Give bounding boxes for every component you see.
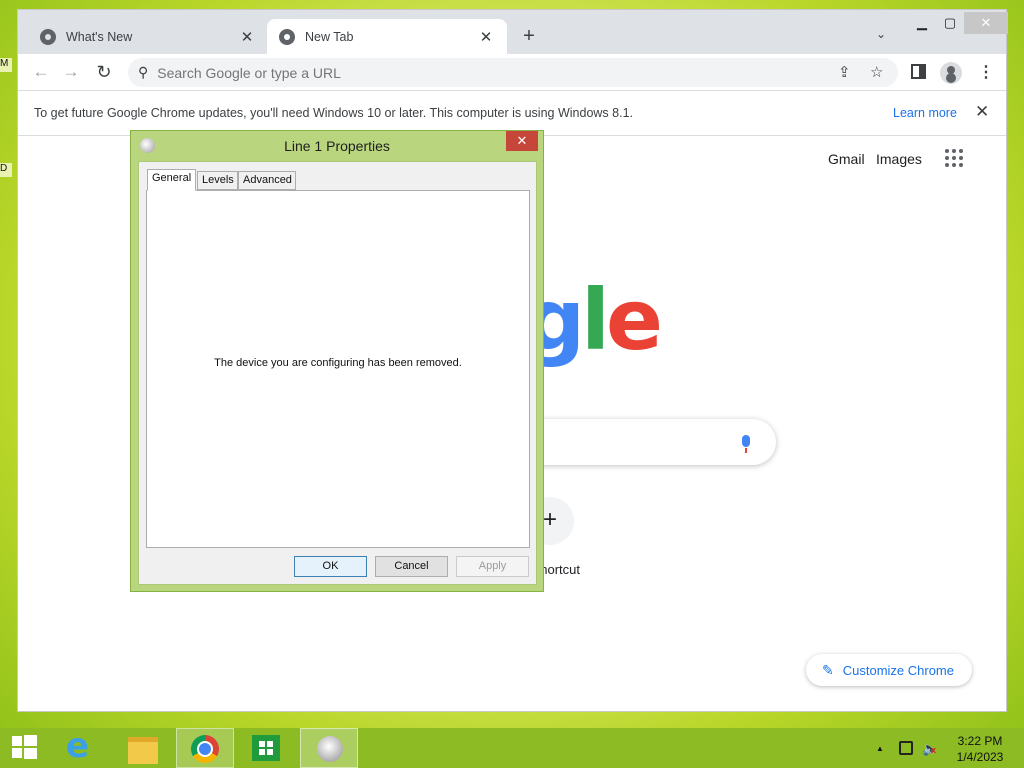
kebab-menu-icon[interactable]: ⋮ (978, 62, 994, 82)
tray-chevron-up-icon[interactable]: ▲ (876, 744, 884, 753)
address-input[interactable] (157, 64, 758, 81)
window-close-icon[interactable]: ✕ (964, 12, 1008, 34)
line-properties-dialog: Line 1 Properties ✕ General Levels Advan… (130, 130, 544, 592)
tab-search-chevron-icon[interactable]: ⌄ (876, 27, 886, 41)
desktop-icon-label[interactable]: D (0, 163, 12, 177)
tab-close-icon[interactable]: ✕ (477, 28, 495, 46)
apps-grid-icon[interactable] (945, 149, 963, 167)
maximize-icon[interactable]: ▢ (936, 12, 964, 34)
tab-advanced[interactable]: Advanced (238, 171, 296, 190)
cancel-button[interactable]: Cancel (375, 556, 448, 577)
bookmark-star-icon[interactable]: ☆ (870, 58, 883, 87)
dialog-body: General Levels Advanced The device you a… (138, 161, 537, 585)
taskbar-clock[interactable]: 3:22 PM 1/4/2023 (946, 733, 1014, 765)
windows-start-icon[interactable] (8, 728, 44, 768)
infobar-message: To get future Google Chrome updates, you… (34, 106, 633, 120)
clock-time: 3:22 PM (957, 734, 1003, 748)
customize-chrome-button[interactable]: ✎ Customize Chrome (806, 654, 972, 686)
windows-store-icon[interactable] (238, 728, 294, 768)
dialog-title: Line 1 Properties (284, 138, 390, 154)
tab-title: What's New (66, 29, 133, 44)
taskbar (0, 726, 1024, 768)
tab-new-tab[interactable]: New Tab ✕ (267, 19, 507, 54)
dialog-close-icon[interactable]: ✕ (506, 131, 538, 151)
network-icon[interactable] (899, 741, 913, 755)
browser-toolbar: ← → ↻ ⚲ ⇪ ☆ ⋮ (18, 54, 1006, 91)
pencil-icon: ✎ (822, 661, 834, 678)
tab-title: New Tab (305, 29, 354, 44)
new-tab-plus-icon[interactable]: + (518, 25, 540, 48)
microphone-icon[interactable] (742, 435, 750, 453)
desktop-icon-label[interactable]: M (0, 58, 12, 72)
back-arrow-icon[interactable]: ← (28, 59, 54, 85)
chrome-favicon-icon (40, 28, 56, 45)
volume-muted-icon[interactable]: 🔈 (922, 741, 938, 757)
side-panel-icon[interactable] (911, 64, 926, 79)
images-link[interactable]: Images (876, 151, 922, 167)
learn-more-link[interactable]: Learn more (893, 106, 957, 120)
file-explorer-icon[interactable] (114, 728, 170, 768)
sound-taskbar-icon[interactable] (300, 728, 358, 768)
search-icon: ⚲ (138, 64, 149, 80)
reload-icon[interactable]: ↻ (91, 59, 117, 85)
gmail-link[interactable]: Gmail (828, 151, 865, 167)
minimize-icon[interactable]: ▁ (908, 12, 936, 34)
tab-strip: What's New ✕ New Tab ✕ + ⌄ ▁ ▢ ✕ (18, 10, 1008, 54)
tab-levels[interactable]: Levels (197, 171, 238, 190)
tab-panel: The device you are configuring has been … (146, 190, 530, 548)
internet-explorer-icon[interactable] (54, 726, 110, 768)
share-icon[interactable]: ⇪ (838, 58, 851, 87)
apply-button[interactable]: Apply (456, 556, 529, 577)
profile-avatar-icon[interactable] (940, 62, 962, 84)
clock-date: 1/4/2023 (956, 750, 1004, 764)
dialog-titlebar[interactable]: Line 1 Properties ✕ (131, 131, 543, 159)
tab-whats-new[interactable]: What's New ✕ (28, 19, 268, 54)
omnibox[interactable]: ⚲ ⇪ ☆ (128, 58, 898, 87)
device-removed-message: The device you are configuring has been … (214, 357, 462, 369)
chrome-taskbar-icon[interactable] (176, 728, 234, 768)
tab-close-icon[interactable]: ✕ (238, 28, 256, 46)
ok-button[interactable]: OK (294, 556, 367, 577)
infobar-close-icon[interactable]: ✕ (975, 102, 989, 122)
forward-arrow-icon[interactable]: → (58, 59, 84, 85)
chrome-favicon-icon (279, 28, 295, 45)
tab-general[interactable]: General (147, 169, 196, 191)
customize-chrome-label: Customize Chrome (842, 662, 954, 678)
google-logo: gle (525, 271, 663, 369)
